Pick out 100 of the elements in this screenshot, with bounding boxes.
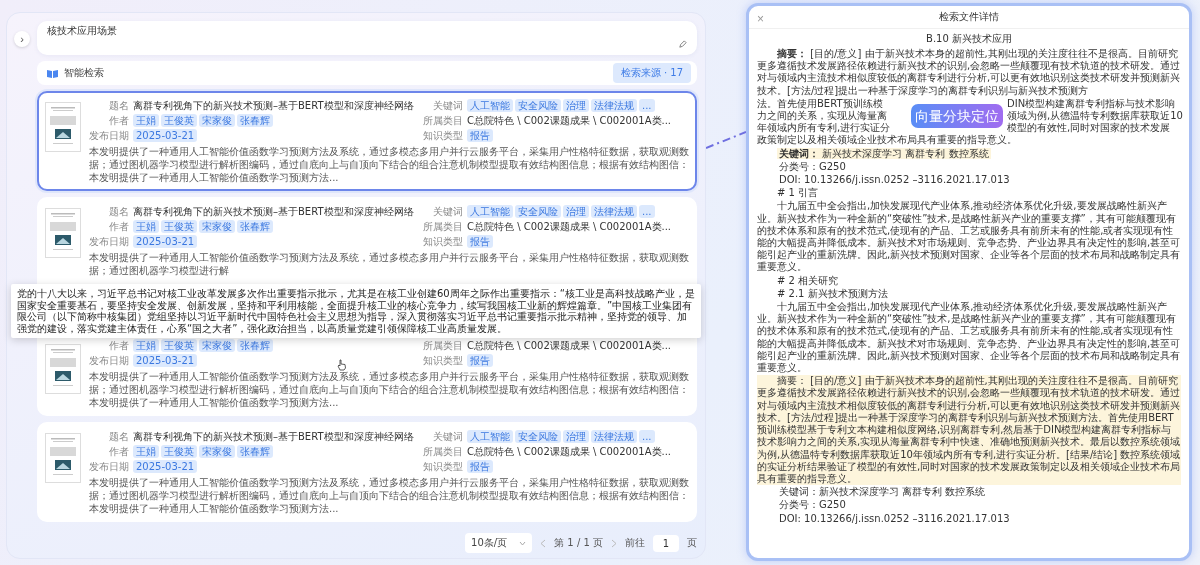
field-label: 发布日期 — [89, 459, 129, 474]
tag: 治理 — [563, 205, 589, 218]
tag: 张春辉 — [237, 220, 273, 233]
field-label: 题名 — [108, 429, 129, 444]
abstract-text: 本发明提供了一种通用人工智能价值函数学习预测方法及系统，通过多模态多用户并行云服务平台，采集用户性格特征数据，获取观测数据；通过图机器学习模型进行解 — [89, 251, 689, 277]
field-label: 所属类目 — [423, 219, 463, 234]
tag: 法律法规 — [591, 205, 637, 218]
tag: 宋家俊 — [199, 114, 235, 127]
field-value: C总院特色 \ C002课题成果 \ C002001A类... — [467, 444, 673, 459]
field-value: 离群专利视角下的新兴技术预测–基于BERT模型和深度神经网络 — [133, 204, 415, 219]
overlay-label: 向量分块定位 — [911, 104, 1003, 129]
field-label: 发布日期 — [89, 234, 129, 249]
tag: 宋家俊 — [199, 339, 235, 352]
tag: 王娟 — [133, 220, 159, 233]
document-thumbnail — [45, 344, 81, 394]
result-card[interactable] — [37, 91, 697, 191]
tag: ... — [639, 99, 655, 112]
pen-icon[interactable] — [678, 40, 687, 49]
tag: 2025-03-21 — [133, 129, 198, 142]
section-heading: # 2.1 新兴技术预测方法 — [776, 287, 889, 301]
field-value: C总院特色 \ C002课题成果 \ C002001A类... — [467, 338, 673, 353]
field-label: 知识类型 — [423, 353, 463, 368]
paragraph-text: 摘要： [目的/意义] 由于新兴技术本身的超前性,其刚出现的关注度往往不是很高。目前研究更多遵循技术发展路径依赖进行新兴技术的识别,会忽略一些颠覆现有技术轨道的技术研发。通过对与领域内主流技术相似度较低的离群专利进行分析,可以更有效地识别这类技术研发并预测新兴技术。[方法/过程]提出一种基于深度学习的离群专利识别与新兴技术预测方法。首先使用BERT预训练模型基于专利文本构建相似度网络,识别离群专利,然后基于DIN模型构建离群专利指标与技术影响力之间的关系,实现从海量离群专利中快速、准确地预测新兴技术。最后以数控系统领域为例,从德温特专利数据库获取近10年领域内所有专利,进行实证分析。[结果/结论] 数控系统领域的实证分析结果验证了模型的有效性,同时对国家的技术发展政策制定以及相关领域企业技术布局具有重要的指导意义。 — [757, 375, 1181, 486]
field-label: 知识类型 — [423, 234, 463, 249]
tag: 张春辉 — [237, 445, 273, 458]
hand-cursor-icon — [337, 359, 347, 371]
tag: 报告 — [467, 129, 493, 142]
connector-line — [706, 128, 746, 152]
tag: 张春辉 — [237, 339, 273, 352]
field-label: 题名 — [108, 204, 129, 219]
tag: 王俊英 — [161, 220, 197, 233]
results-title: 智能检索 — [64, 66, 105, 80]
tag: 治理 — [563, 99, 589, 112]
tag: 法律法规 — [591, 430, 637, 443]
source-button[interactable]: 检索来源 · 17 — [612, 63, 691, 83]
document-thumbnail — [45, 102, 81, 152]
paragraph-text: 十九届五中全会指出,加快发展现代产业体系,推动经济体系优化升级,要发展战略性新兴产业。新兴技术作为一种全新的“突破性”技术,是战略性新兴产业的重要支撑”，其有可能颠覆现有的技术体系和原有的技术范式,使现有的产品、工艺或服务具有前所未有的性能,或者实现现有性能的大幅提高并降低成本。新兴技术对市场规则、竞争态势、产业边界具有决定性的影响,甚至可能引起产业的重新洗牌。因此,新兴技术预测对国家、企业等各个层面的技术布局和战略制定具有重要意义。 — [757, 301, 1181, 375]
expand-button[interactable]: › — [14, 31, 30, 47]
tag: 2025-03-21 — [133, 354, 198, 367]
page-size-select[interactable]: 10条/页 — [465, 533, 533, 553]
field-label: 作者 — [108, 219, 129, 234]
query-field[interactable]: 核技术应用场景 — [37, 21, 697, 55]
field-value: C总院特色 \ C002课题成果 \ C002001A类... — [467, 113, 673, 128]
tag: 人工智能 — [467, 430, 513, 443]
abstract-text: 摘要： [目的/意义] 由于新兴技术本身的超前性,其刚出现的关注度往往不是很高。目前研究更多遵循技术发展路径依赖进行新兴技术的识别,会忽略一些颠覆现有技术轨道的技术研发。通过对与领域内主流技术相似度较低的离群专利进行分析,可以更有效地识别这类技术研发并预测新兴技术。[方法/过程]提出一种基于深度学习的离群专利识别与新兴技术预测方 — [757, 48, 1181, 97]
page-number-field[interactable]: 1 — [653, 534, 679, 552]
tag: 宋家俊 — [199, 445, 235, 458]
text-fragment: 政策制定以及相关领域企业技术布局具有重要的指导意义。 — [757, 134, 1018, 147]
section-heading: # 2 相关研究 — [776, 274, 840, 287]
tag: 王俊英 — [161, 339, 197, 352]
field-value: 离群专利视角下的新兴技术预测–基于BERT模型和深度神经网络 — [133, 429, 415, 444]
field-label: 所属类目 — [423, 338, 463, 353]
text-fragment: 模型的有效性,同时对国家的技术发展 — [1007, 122, 1172, 135]
document-title: B.10 新兴技术应用 — [925, 32, 1013, 46]
abstract-text: 本发明提供了一种通用人工智能价值函数学习预测方法及系统，通过多模态多用户并行云服务平台，采集用户性格特征数据，获取观测数据；通过图机器学习模型进行解析图编码，通过自底向上与自顶向下结合的组合注意机制模型提取有效结构图信息；根据有效结构图信：本发明提供了一种通用人工智能价值函数学习预测方法... — [89, 370, 689, 409]
metadata-line: 分类号：G250 — [778, 499, 847, 511]
tag: 安全风险 — [515, 205, 561, 218]
metadata-line: 关键词：新兴技术深度学习 离群专利 数控系统 — [778, 486, 987, 498]
book-icon — [47, 68, 58, 78]
field-label: 发布日期 — [89, 128, 129, 143]
tag: 人工智能 — [467, 205, 513, 218]
tag: 王俊英 — [161, 114, 197, 127]
document-thumbnail — [45, 208, 81, 258]
field-value: 离群专利视角下的新兴技术预测–基于BERT模型和深度神经网络 — [133, 98, 415, 113]
field-label: 作者 — [108, 338, 129, 353]
field-label: 知识类型 — [423, 459, 463, 474]
section-heading: # 1 引言 — [776, 187, 820, 200]
field-label: 关键词 — [432, 98, 463, 113]
metadata-line: 分类号：G250 — [778, 160, 847, 172]
tag: 治理 — [563, 430, 589, 443]
goto-label: 前往 — [625, 536, 645, 550]
tag: 王娟 — [133, 339, 159, 352]
field-label: 题名 — [108, 98, 129, 113]
text-fragment: 力之间的关系，实现从海量离 — [757, 110, 888, 122]
tag: 王俊英 — [161, 445, 197, 458]
text-fragment: 法。首先使用BERT预训练模 — [757, 97, 884, 110]
tag: 安全风险 — [515, 430, 561, 443]
tag: 2025-03-21 — [133, 235, 198, 248]
abstract-text: 本发明提供了一种通用人工智能价值函数学习预测方法及系统，通过多模态多用户并行云服务平台，采集用户性格特征数据，获取观测数据；通过图机器学习模型进行解析图编码，通过自底向上与自顶向下结合的组合注意机制模型提取有效结构图信息；根据有效结构图信：本发明提供了一种通用人工智能价值函数学习预测方法... — [89, 145, 689, 184]
page-info: 第 1 / 1 页 — [554, 536, 603, 550]
text-fragment: 领域为例,从德温特专利数据库获取近10 — [1007, 110, 1183, 122]
field-label: 所属类目 — [423, 444, 463, 459]
text-fragment: DIN模型构建离群专利指标与技术影响 — [1007, 97, 1177, 110]
field-label: 所属类目 — [423, 113, 463, 128]
tag: 报告 — [467, 235, 493, 248]
tag: 王娟 — [133, 114, 159, 127]
tag: 宋家俊 — [199, 220, 235, 233]
tag: ... — [639, 205, 655, 218]
tag: ... — [639, 430, 655, 443]
field-label: 知识类型 — [423, 128, 463, 143]
tag: 张春辉 — [237, 114, 273, 127]
tag: 报告 — [467, 460, 493, 473]
panel-title: 检索文件详情 — [939, 11, 999, 22]
field-label: 关键词 — [432, 429, 463, 444]
field-label: 作者 — [108, 113, 129, 128]
caret-icon — [519, 540, 527, 546]
tag: 2025-03-21 — [133, 460, 198, 473]
paragraph-text: 十九届五中全会指出,加快发展现代产业体系,推动经济体系优化升级,要发展战略性新兴产业。新兴技术作为一种全新的“突破性”技术,是战略性新兴产业的重要支撑”，其有可能颠覆现有的技术体系和原有的技术范式,使现有的产品、工艺或服务具有前所未有的性能,或者实现现有性能的大幅提高并降低成本。新兴技术对市场规则、竞争态势、产业边界具有决定性的影响,甚至可能引起产业的重新洗牌。因此,新兴技术预测对国家、企业等各个层面的技术布局和战略制定具有重要意义。 — [757, 200, 1181, 274]
text-fragment: 年领域内所有专利,进行实证分 — [757, 122, 892, 134]
tag: 人工智能 — [467, 99, 513, 112]
